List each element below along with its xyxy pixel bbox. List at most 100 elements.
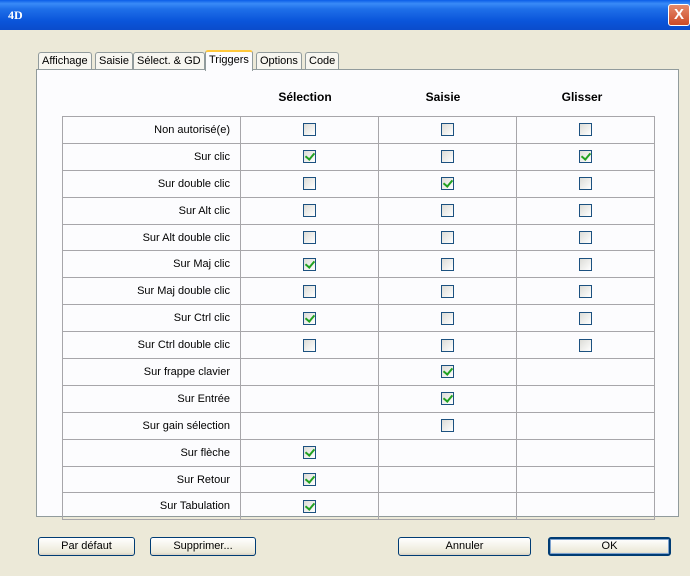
checkbox[interactable]	[579, 284, 592, 298]
checkbox[interactable]	[303, 177, 316, 191]
cell-glisser	[516, 438, 655, 467]
row-label: Sur flèche	[62, 438, 241, 467]
table-row: Sur Alt clic	[62, 196, 655, 225]
tab-triggers[interactable]: Triggers	[205, 50, 253, 71]
row-label: Sur Ctrl clic	[62, 304, 241, 333]
checkbox[interactable]	[441, 284, 454, 298]
cell-selection	[240, 116, 379, 144]
checkbox[interactable]	[441, 365, 454, 379]
tab-code[interactable]: Code	[305, 52, 340, 70]
checkbox[interactable]	[303, 204, 316, 218]
table-row: Sur frappe clavier	[62, 358, 655, 386]
table-row: Sur Alt double clic	[62, 223, 655, 252]
checkbox[interactable]	[441, 257, 454, 271]
cell-saisie	[378, 358, 517, 386]
checkbox[interactable]	[303, 311, 316, 325]
tab-select-gd[interactable]: Sélect. & GD	[133, 52, 205, 70]
row-label: Sur Alt double clic	[62, 223, 241, 252]
checkbox[interactable]	[579, 311, 592, 325]
checkbox[interactable]	[579, 204, 592, 218]
cell-saisie	[378, 465, 517, 494]
cell-glisser	[516, 142, 655, 171]
checkbox[interactable]	[441, 204, 454, 218]
checkbox[interactable]	[303, 150, 316, 164]
cell-selection	[240, 169, 379, 198]
row-label: Sur double clic	[62, 169, 241, 198]
delete-button[interactable]: Supprimer...	[150, 537, 256, 556]
cell-glisser	[516, 411, 655, 440]
checkbox[interactable]	[441, 338, 454, 352]
cell-glisser	[516, 223, 655, 252]
table-row: Sur clic	[62, 142, 655, 171]
column-header-saisie: Saisie	[425, 90, 461, 104]
table-row: Sur Ctrl clic	[62, 304, 655, 333]
checkbox[interactable]	[303, 284, 316, 298]
checkbox[interactable]	[579, 150, 592, 164]
checkbox[interactable]	[303, 473, 316, 487]
checkbox[interactable]	[303, 446, 316, 460]
tab-options[interactable]: Options	[256, 52, 302, 70]
checkbox[interactable]	[579, 338, 592, 352]
row-label: Sur frappe clavier	[62, 358, 241, 386]
checkbox[interactable]	[441, 419, 454, 433]
checkbox[interactable]	[441, 392, 454, 406]
table-row: Sur flèche	[62, 438, 655, 467]
cell-glisser	[516, 492, 655, 521]
row-label: Sur Ctrl double clic	[62, 331, 241, 360]
checkbox[interactable]	[303, 338, 316, 352]
tab-affichage[interactable]: Affichage	[38, 52, 92, 70]
row-label: Non autorisé(e)	[62, 116, 241, 144]
cell-saisie	[378, 196, 517, 225]
checkbox[interactable]	[441, 123, 454, 137]
tab-saisie[interactable]: Saisie	[95, 52, 133, 70]
ok-button[interactable]: OK	[548, 537, 671, 556]
row-label: Sur Tabulation	[62, 492, 241, 521]
checkbox[interactable]	[441, 231, 454, 244]
cell-selection	[240, 277, 379, 306]
cell-glisser	[516, 358, 655, 386]
checkbox[interactable]	[441, 150, 454, 164]
cell-glisser	[516, 169, 655, 198]
table-row: Sur Ctrl double clic	[62, 331, 655, 360]
cell-glisser	[516, 196, 655, 225]
checkbox[interactable]	[579, 177, 592, 191]
checkbox[interactable]	[579, 231, 592, 244]
checkbox[interactable]	[441, 177, 454, 191]
checkbox[interactable]	[303, 231, 316, 244]
default-button[interactable]: Par défaut	[38, 537, 135, 556]
cell-saisie	[378, 277, 517, 306]
row-label: Sur gain sélection	[62, 411, 241, 440]
cell-selection	[240, 142, 379, 171]
table-row: Sur double clic	[62, 169, 655, 198]
cell-glisser	[516, 116, 655, 144]
title-bar: 4D X	[0, 0, 690, 30]
cell-selection	[240, 223, 379, 252]
table-row: Sur Entrée	[62, 384, 655, 413]
dialog-window: 4D X Affichage Saisie Sélect. & GD Trigg…	[0, 0, 690, 576]
checkbox[interactable]	[579, 123, 592, 137]
cancel-button[interactable]: Annuler	[398, 537, 531, 556]
cell-saisie	[378, 411, 517, 440]
cell-saisie	[378, 492, 517, 521]
triggers-table: Non autorisé(e) Sur clic Sur double clic Su…	[62, 116, 655, 521]
cell-saisie	[378, 116, 517, 144]
cell-glisser	[516, 331, 655, 360]
cell-saisie	[378, 438, 517, 467]
checkbox[interactable]	[579, 257, 592, 271]
cell-selection	[240, 331, 379, 360]
checkbox[interactable]	[303, 499, 316, 513]
checkbox[interactable]	[303, 123, 316, 137]
app-icon: 4D	[8, 8, 23, 22]
table-row: Sur Tabulation	[62, 492, 655, 521]
column-header-selection: Sélection	[278, 90, 332, 104]
checkbox[interactable]	[441, 311, 454, 325]
cell-saisie	[378, 384, 517, 413]
row-label: Sur Entrée	[62, 384, 241, 413]
cell-glisser	[516, 250, 655, 279]
cell-saisie	[378, 169, 517, 198]
cell-selection	[240, 465, 379, 494]
cell-glisser	[516, 304, 655, 333]
table-row: Sur Maj clic	[62, 250, 655, 279]
close-button[interactable]: X	[668, 4, 690, 26]
checkbox[interactable]	[303, 257, 316, 271]
